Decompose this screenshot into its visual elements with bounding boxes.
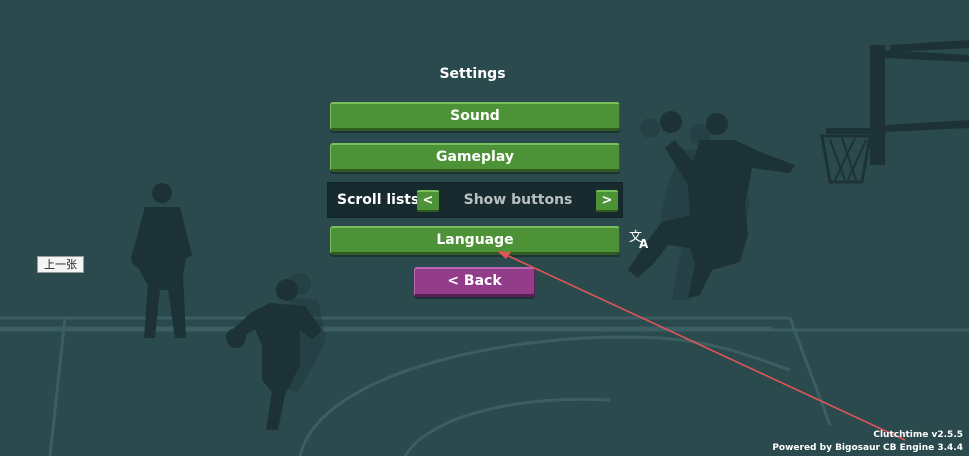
- annotation-arrow: [497, 251, 906, 441]
- version-text: Clutchtime v2.5.5: [873, 430, 963, 440]
- powered-by-text: Powered by Bigosaur CB Engine 3.4.4: [772, 443, 963, 453]
